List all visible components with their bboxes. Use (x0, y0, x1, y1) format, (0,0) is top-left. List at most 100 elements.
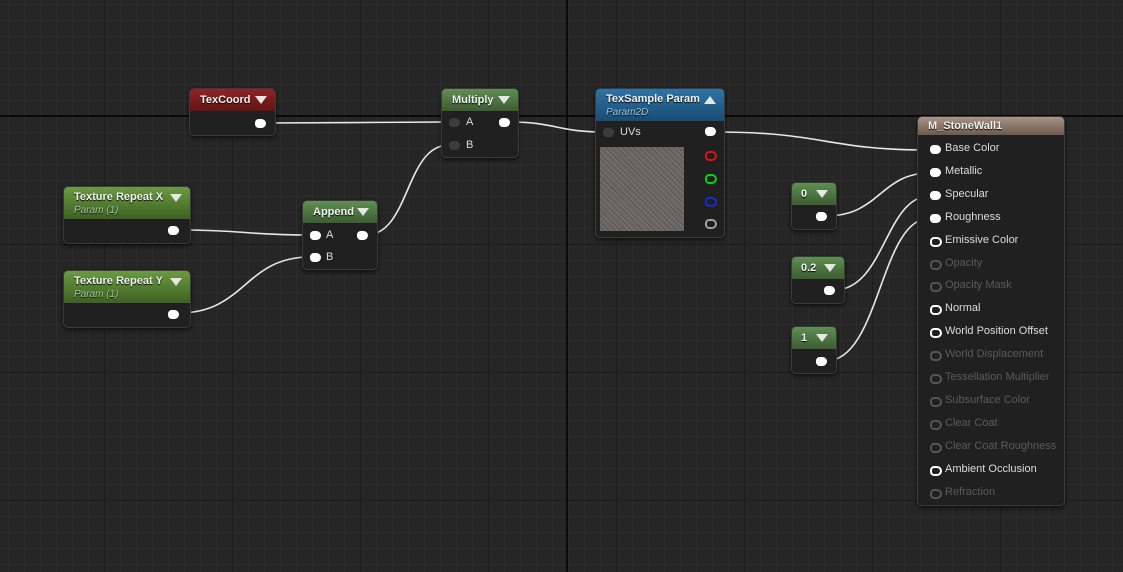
material-input-opacity-label: Opacity (945, 256, 983, 269)
wire-const-02-to-specular[interactable] (833, 195, 931, 291)
texsample-g-output-pin[interactable] (705, 174, 717, 184)
material-input-metallic-pin[interactable] (930, 167, 941, 177)
texcoord-node-header[interactable]: TexCoord (190, 89, 275, 111)
material-input-specular-pin[interactable] (930, 190, 941, 200)
wire-const-0-to-metallic[interactable] (825, 172, 931, 217)
material-result-node[interactable]: M_StoneWall1 Base Color Metallic Specular R… (917, 116, 1065, 506)
texture-repeat-y-header[interactable]: Texture Repeat Y Param (1) (64, 271, 190, 303)
texture-repeat-x-output-pin[interactable] (168, 226, 179, 235)
texsample-uvs-label: UVs (620, 126, 641, 138)
texture-repeat-x-node[interactable]: Texture Repeat X Param (1) (63, 186, 191, 244)
constant-0-header[interactable]: 0 (792, 183, 836, 205)
wire-texsample-to-base-color[interactable] (714, 131, 931, 151)
material-input-emissive-color-pin[interactable] (930, 236, 942, 247)
texture-repeat-y-subtitle: Param (1) (74, 289, 119, 300)
multiply-header[interactable]: Multiply (442, 89, 518, 111)
append-input-a-label: A (326, 229, 334, 241)
append-input-a-pin[interactable] (310, 231, 321, 240)
material-input-specular-label: Specular (945, 187, 989, 200)
material-input-clear-coat-pin (930, 419, 942, 430)
collapse-arrow-icon[interactable] (170, 194, 182, 202)
texture-repeat-x-subtitle: Param (1) (74, 205, 119, 216)
texture-repeat-y-title: Texture Repeat Y (74, 275, 163, 287)
material-node-header[interactable]: M_StoneWall1 (918, 117, 1064, 135)
wire-repeat-x-to-append-a[interactable] (178, 229, 311, 236)
collapse-arrow-icon[interactable] (824, 264, 836, 272)
append-node[interactable]: Append A B (302, 200, 378, 270)
wire-texcoord-to-multiply-a[interactable] (264, 121, 450, 124)
multiply-input-b-pin[interactable] (449, 141, 460, 150)
multiply-title: Multiply (452, 94, 494, 106)
material-input-ambient-occlusion-label: Ambient Occlusion (945, 462, 1037, 475)
wire-repeat-y-to-append-b[interactable] (178, 256, 311, 314)
constant-1-node[interactable]: 1 (791, 326, 837, 374)
material-input-refraction-label: Refraction (945, 485, 996, 498)
collapse-arrow-icon[interactable] (170, 278, 182, 286)
append-input-b-pin[interactable] (310, 253, 321, 262)
material-input-world-displacement-label: World Displacement (945, 348, 1044, 361)
texsample-a-output-pin[interactable] (705, 219, 717, 229)
material-input-world-position-offset-pin[interactable] (930, 328, 942, 339)
texcoord-output-pin[interactable] (255, 119, 266, 128)
material-input-normal-pin[interactable] (930, 305, 942, 316)
material-input-world-position-offset-label: World Position Offset (945, 325, 1048, 338)
constant-1-output-pin[interactable] (816, 357, 827, 366)
constant-0-node[interactable]: 0 (791, 182, 837, 230)
texsample-param-subtitle: Param2D (606, 107, 649, 118)
material-input-opacity-mask-pin (930, 282, 942, 293)
material-input-clear-coat-roughness-label: Clear Coat Roughness (945, 439, 1057, 452)
material-input-world-displacement-pin (930, 351, 942, 362)
collapse-arrow-icon[interactable] (816, 334, 828, 342)
collapse-arrow-icon[interactable] (255, 96, 267, 104)
collapse-arrow-icon[interactable] (816, 190, 828, 198)
material-input-base-color-pin[interactable] (930, 145, 941, 154)
constant-02-output-pin[interactable] (824, 286, 835, 295)
texsample-rgb-output-pin[interactable] (705, 127, 716, 136)
material-input-tessellation-multiplier-pin (930, 374, 942, 384)
texsample-param-header[interactable]: TexSample Param Param2D (596, 89, 724, 121)
material-node-title: M_StoneWall1 (928, 120, 1003, 132)
collapse-arrow-icon[interactable] (498, 96, 510, 104)
material-input-ambient-occlusion-pin[interactable] (930, 465, 942, 476)
texture-repeat-x-header[interactable]: Texture Repeat X Param (1) (64, 187, 190, 219)
append-input-b-label: B (326, 251, 334, 263)
texture-repeat-y-output-pin[interactable] (168, 310, 179, 319)
material-input-roughness-label: Roughness (945, 210, 1001, 223)
texsample-b-output-pin[interactable] (705, 197, 717, 207)
append-title: Append (313, 206, 354, 218)
wire-append-to-multiply-b[interactable] (365, 144, 450, 236)
constant-0-output-pin[interactable] (816, 212, 827, 221)
collapse-arrow-icon[interactable] (704, 96, 716, 104)
collapse-arrow-icon[interactable] (357, 208, 369, 216)
constant-0-value: 0 (801, 188, 808, 200)
material-input-clear-coat-label: Clear Coat (945, 416, 998, 429)
constant-1-value: 1 (801, 332, 808, 344)
material-input-roughness-pin[interactable] (930, 213, 941, 223)
texture-preview-thumbnail[interactable] (600, 147, 684, 231)
material-input-subsurface-color-pin (930, 396, 942, 407)
material-input-subsurface-color-label: Subsurface Color (945, 393, 1030, 406)
material-input-opacity-mask-label: Opacity Mask (945, 279, 1012, 292)
texture-repeat-x-title: Texture Repeat X (74, 191, 164, 203)
append-header[interactable]: Append (303, 201, 377, 223)
material-input-tessellation-multiplier-label: Tessellation Multiplier (945, 371, 1050, 383)
multiply-output-pin[interactable] (499, 118, 510, 127)
texsample-param-node[interactable]: TexSample Param Param2D UVs (595, 88, 725, 238)
material-input-normal-label: Normal (945, 302, 981, 315)
constant-02-node[interactable]: 0.2 (791, 256, 845, 304)
constant-1-header[interactable]: 1 (792, 327, 836, 349)
multiply-input-a-pin[interactable] (449, 118, 460, 127)
append-output-pin[interactable] (357, 231, 368, 240)
constant-02-value: 0.2 (801, 262, 817, 274)
multiply-node[interactable]: Multiply A B (441, 88, 519, 158)
constant-02-header[interactable]: 0.2 (792, 257, 844, 279)
multiply-input-b-label: B (466, 139, 474, 151)
texsample-r-output-pin[interactable] (705, 151, 717, 161)
texcoord-node-title: TexCoord (200, 94, 251, 106)
texcoord-node[interactable]: TexCoord (189, 88, 276, 136)
texture-repeat-y-node[interactable]: Texture Repeat Y Param (1) (63, 270, 191, 328)
multiply-input-a-label: A (466, 116, 474, 128)
wire-multiply-to-uvs[interactable] (509, 121, 604, 133)
texsample-uvs-input-pin[interactable] (603, 128, 614, 137)
material-input-opacity-pin (930, 259, 942, 270)
